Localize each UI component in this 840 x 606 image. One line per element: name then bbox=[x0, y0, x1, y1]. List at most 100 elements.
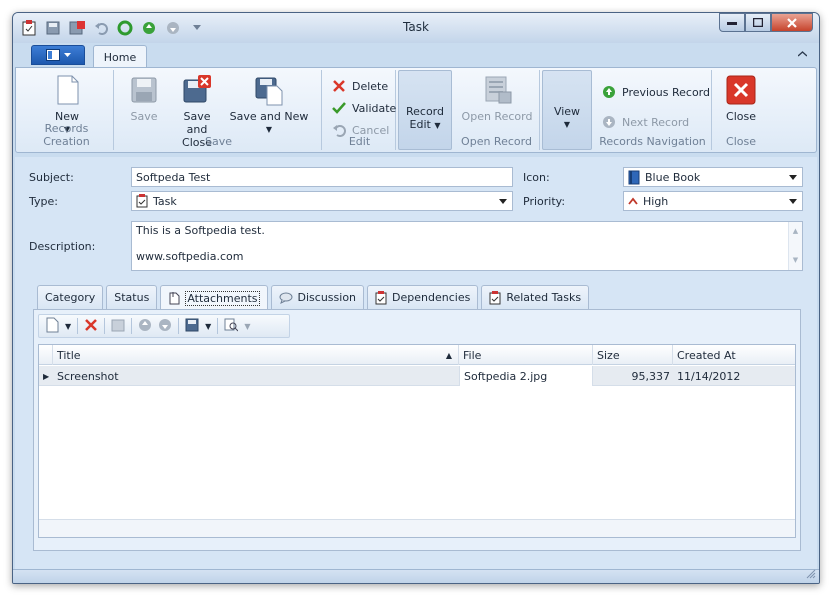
group-label-open-record: Open Record bbox=[461, 135, 532, 148]
up-arrow-icon bbox=[603, 86, 615, 98]
task-form: Subject: Softpeda Test Icon: Blue Book T… bbox=[15, 157, 817, 569]
status-bar bbox=[13, 569, 819, 583]
group-open-record: Open Record Open Record bbox=[454, 70, 540, 150]
description-label: Description: bbox=[29, 240, 96, 253]
ribbon: New ▼ Records Creation Save Save and Clo… bbox=[15, 67, 817, 153]
group-label-save: Save bbox=[204, 135, 232, 148]
description-textarea[interactable]: This is a Softpedia test. www.softpedia.… bbox=[131, 221, 803, 271]
move-down-icon[interactable] bbox=[158, 318, 172, 335]
minimize-button[interactable] bbox=[719, 13, 745, 32]
open-record-icon bbox=[481, 74, 513, 106]
blue-book-icon bbox=[628, 170, 640, 184]
save-dropdown-icon[interactable]: ▼ bbox=[205, 322, 211, 331]
dropdown-arrow-icon bbox=[789, 173, 797, 182]
dropdown-arrow-icon bbox=[789, 197, 797, 206]
high-priority-icon bbox=[628, 197, 638, 205]
move-up-icon[interactable] bbox=[138, 318, 152, 335]
ribbon-tab-home[interactable]: Home bbox=[93, 45, 147, 68]
type-select[interactable]: Task bbox=[131, 191, 513, 211]
dropdown-arrow-icon bbox=[499, 197, 507, 206]
tab-category[interactable]: Category bbox=[37, 285, 104, 309]
view-button[interactable]: View ▼ bbox=[542, 70, 592, 150]
close-window-button[interactable] bbox=[771, 13, 813, 32]
floppy-icon bbox=[128, 74, 160, 106]
group-label-records-navigation: Records Navigation bbox=[599, 135, 706, 148]
maximize-button[interactable] bbox=[745, 13, 771, 32]
icon-select[interactable]: Blue Book bbox=[623, 167, 803, 187]
record-edit-button[interactable]: Record Edit ▼ bbox=[398, 70, 452, 150]
task-icon bbox=[489, 290, 501, 304]
save-close-icon bbox=[181, 74, 213, 106]
tab-dependencies[interactable]: Dependencies bbox=[367, 285, 479, 309]
ribbon-collapse-icon[interactable] bbox=[797, 49, 808, 60]
type-label: Type: bbox=[29, 195, 58, 208]
column-header-title[interactable]: Title ▲ bbox=[53, 345, 459, 365]
detail-tabs: Category Status Attachments Discussion D… bbox=[37, 285, 590, 310]
column-header-file[interactable]: File bbox=[459, 345, 593, 365]
down-arrow-icon bbox=[603, 116, 615, 128]
row-indicator-icon: ▶ bbox=[43, 371, 50, 381]
save-button[interactable]: Save bbox=[126, 72, 162, 123]
group-label-records-creation: Records Creation bbox=[43, 122, 90, 148]
new-attachment-icon[interactable] bbox=[45, 317, 59, 336]
ribbon-tab-row: Home bbox=[13, 43, 819, 68]
delete-x-icon bbox=[333, 80, 345, 92]
task-icon bbox=[136, 194, 148, 208]
list-icon[interactable] bbox=[111, 318, 125, 335]
application-menu-button[interactable] bbox=[31, 45, 85, 65]
table-row[interactable]: ▶ Screenshot Softpedia 2.jpg 95,337 11/1… bbox=[39, 366, 795, 386]
delete-button[interactable]: Delete bbox=[332, 76, 388, 96]
previous-record-button[interactable]: Previous Record bbox=[602, 82, 710, 102]
save-attachment-icon[interactable] bbox=[185, 318, 199, 335]
attachments-toolbar: ▼ ▼ ▼ bbox=[38, 314, 290, 338]
delete-attachment-icon[interactable] bbox=[84, 318, 98, 335]
window-controls bbox=[719, 13, 813, 32]
resize-grip-icon[interactable] bbox=[806, 569, 816, 582]
close-x-icon bbox=[725, 74, 757, 106]
sort-ascending-icon: ▲ bbox=[445, 350, 452, 360]
group-save: Save Save and Close Save and New ▼ Save bbox=[116, 70, 322, 150]
subject-input[interactable]: Softpeda Test bbox=[131, 167, 513, 187]
preview-icon[interactable] bbox=[224, 318, 239, 335]
speech-bubble-icon bbox=[279, 292, 293, 304]
icon-label: Icon: bbox=[523, 171, 550, 184]
scroll-up-icon[interactable]: ▲ bbox=[793, 225, 798, 238]
validate-button[interactable]: Validate bbox=[332, 98, 396, 118]
new-document-icon bbox=[51, 74, 83, 106]
column-header-size[interactable]: Size bbox=[593, 345, 673, 365]
attachments-grid: Title ▲ File Size Created At ▶ Screensho… bbox=[38, 344, 796, 538]
attachments-panel: ▼ ▼ ▼ Title ▲ File Size Created At ▶ Scr… bbox=[33, 309, 801, 551]
close-button[interactable]: Close bbox=[720, 72, 762, 123]
task-icon bbox=[375, 290, 387, 304]
task-window: Task Home New ▼ Records Creation Save Sa… bbox=[12, 12, 820, 584]
tab-discussion[interactable]: Discussion bbox=[270, 285, 365, 309]
column-header-created-at[interactable]: Created At bbox=[673, 345, 795, 365]
checkmark-icon bbox=[332, 102, 346, 114]
group-label-close: Close bbox=[726, 135, 756, 148]
group-close: Close Close bbox=[714, 70, 768, 150]
open-record-button[interactable]: Open Record bbox=[458, 72, 536, 123]
save-and-new-button[interactable]: Save and New ▼ bbox=[228, 72, 310, 136]
next-record-button[interactable]: Next Record bbox=[602, 112, 689, 132]
tab-related-tasks[interactable]: Related Tasks bbox=[481, 285, 590, 309]
group-edit: Delete Validate Cancel Edit bbox=[324, 70, 396, 150]
preview-dropdown-icon[interactable]: ▼ bbox=[244, 322, 250, 331]
description-scrollbar[interactable]: ▲ ▼ bbox=[788, 222, 802, 270]
priority-label: Priority: bbox=[523, 195, 566, 208]
window-title: Task bbox=[403, 20, 429, 34]
app-menu-icon bbox=[45, 49, 60, 61]
attachment-icon bbox=[169, 292, 180, 305]
grid-footer bbox=[39, 519, 795, 537]
group-records-navigation: Previous Record Next Record Records Navi… bbox=[594, 70, 712, 150]
subject-label: Subject: bbox=[29, 171, 74, 184]
grid-header: Title ▲ File Size Created At bbox=[39, 345, 795, 365]
tab-attachments[interactable]: Attachments bbox=[160, 285, 268, 310]
priority-select[interactable]: High bbox=[623, 191, 803, 211]
tab-status[interactable]: Status bbox=[106, 285, 158, 309]
group-records-creation: New ▼ Records Creation bbox=[20, 70, 114, 150]
new-dropdown-icon[interactable]: ▼ bbox=[65, 322, 71, 331]
title-bar: Task bbox=[13, 13, 819, 43]
group-label-edit: Edit bbox=[348, 135, 371, 148]
save-new-icon bbox=[253, 74, 285, 106]
scroll-down-icon[interactable]: ▼ bbox=[793, 254, 798, 267]
